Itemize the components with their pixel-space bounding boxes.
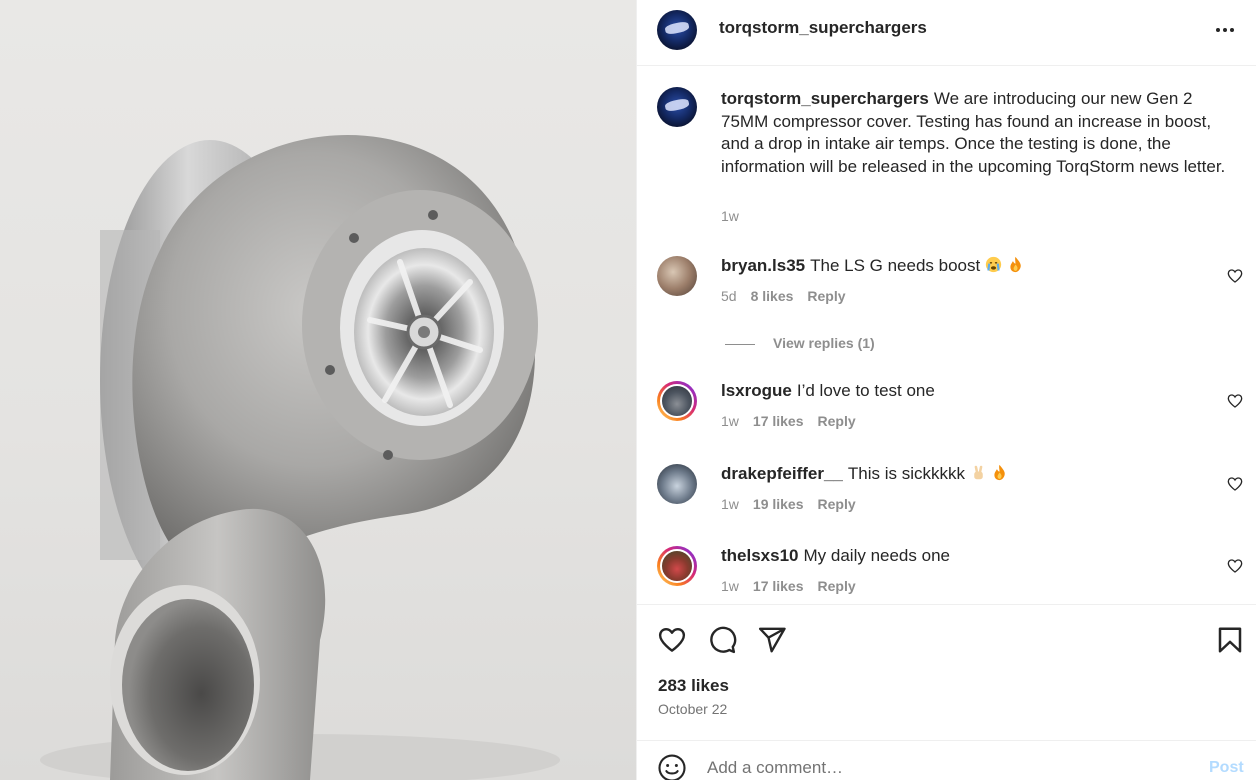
comment-item: bryan.ls35 The LS G needs boost 5d 8 likes… [637,256,1256,326]
like-comment-heart-icon[interactable] [1227,268,1243,284]
comment-meta: 1w 17 likes Reply [721,578,870,594]
heart-icon[interactable] [657,625,687,655]
view-replies-button[interactable]: View replies (1) [725,335,875,353]
post-caption: torqstorm_superchargers We are introducin… [721,88,1231,178]
comment-body: This is sickkkkk [847,464,966,483]
avatar[interactable] [657,546,697,586]
post-author-username[interactable]: torqstorm_superchargers [719,18,927,38]
avatar[interactable] [657,381,697,421]
comment-item: lsxrogue I’d love to test one 1w 17 likes R… [637,381,1256,451]
like-comment-heart-icon[interactable] [1227,476,1243,492]
comment-item: thelsxs10 My daily needs one 1w 17 likes Re… [637,546,1256,604]
comment-body: My daily needs one [803,546,950,565]
comment-timestamp[interactable]: 1w [721,413,739,429]
avatar[interactable] [657,464,697,504]
view-replies-label: View replies (1) [773,335,875,351]
crying-face-icon [985,256,1002,273]
comments-section[interactable]: torqstorm_superchargers We are introducin… [637,66,1256,604]
comment-username[interactable]: thelsxs10 [721,546,799,565]
comment-timestamp[interactable]: 1w [721,578,739,594]
emoji-icon[interactable] [657,753,687,780]
post-comment-button[interactable]: Post [1209,759,1244,777]
reply-button[interactable]: Reply [818,496,856,512]
like-comment-heart-icon[interactable] [1227,393,1243,409]
caption-timestamp[interactable]: 1w [721,208,739,224]
comment-username[interactable]: bryan.ls35 [721,256,805,275]
comment-text: drakepfeiffer__ This is sickkkkk [721,464,1008,484]
like-comment-heart-icon[interactable] [1227,558,1243,574]
post-date[interactable]: October 22 [658,701,727,717]
caption-username[interactable]: torqstorm_superchargers [721,89,929,108]
comment-body: I’d love to test one [796,381,935,400]
comment-likes[interactable]: 17 likes [753,413,804,429]
comment-text: lsxrogue I’d love to test one [721,381,935,401]
post-detail-panel: torqstorm_superchargers torqstorm_superc… [636,0,1256,780]
comment-text: bryan.ls35 The LS G needs boost [721,256,1024,276]
share-icon[interactable] [757,625,787,655]
avatar[interactable] [657,87,697,127]
comment-input[interactable] [707,755,1187,780]
add-comment-bar: Post [637,740,1256,780]
avatar[interactable] [657,10,697,50]
post-actions: 283 likes October 22 [637,604,1256,740]
comment-likes[interactable]: 8 likes [751,288,794,304]
post-photo[interactable] [0,0,636,780]
more-options-icon[interactable] [1213,18,1237,42]
comment-username[interactable]: lsxrogue [721,381,792,400]
comment-username[interactable]: drakepfeiffer__ [721,464,843,483]
supercharger-image [40,135,560,780]
victory-hand-icon [974,465,983,480]
comment-likes[interactable]: 19 likes [753,496,804,512]
comment-item: drakepfeiffer__ This is sickkkkk 1w 19 lik… [637,464,1256,534]
comment-meta: 1w 19 likes Reply [721,496,870,512]
comment-text: thelsxs10 My daily needs one [721,546,950,566]
comment-timestamp[interactable]: 5d [721,288,737,304]
comment-meta: 1w 17 likes Reply [721,413,870,429]
fire-icon [1010,256,1021,273]
comment-likes[interactable]: 17 likes [753,578,804,594]
comment-meta: 5d 8 likes Reply [721,288,860,304]
post-header: torqstorm_superchargers [637,0,1256,66]
avatar[interactable] [657,256,697,296]
likes-count[interactable]: 283 likes [658,676,729,696]
comment-body: The LS G needs boost [810,256,981,275]
reply-button[interactable]: Reply [818,413,856,429]
reply-button[interactable]: Reply [807,288,845,304]
replies-divider-line [725,343,755,345]
fire-icon [994,464,1006,481]
comment-icon[interactable] [707,625,737,655]
comment-timestamp[interactable]: 1w [721,496,739,512]
bookmark-icon[interactable] [1215,625,1245,655]
reply-button[interactable]: Reply [818,578,856,594]
